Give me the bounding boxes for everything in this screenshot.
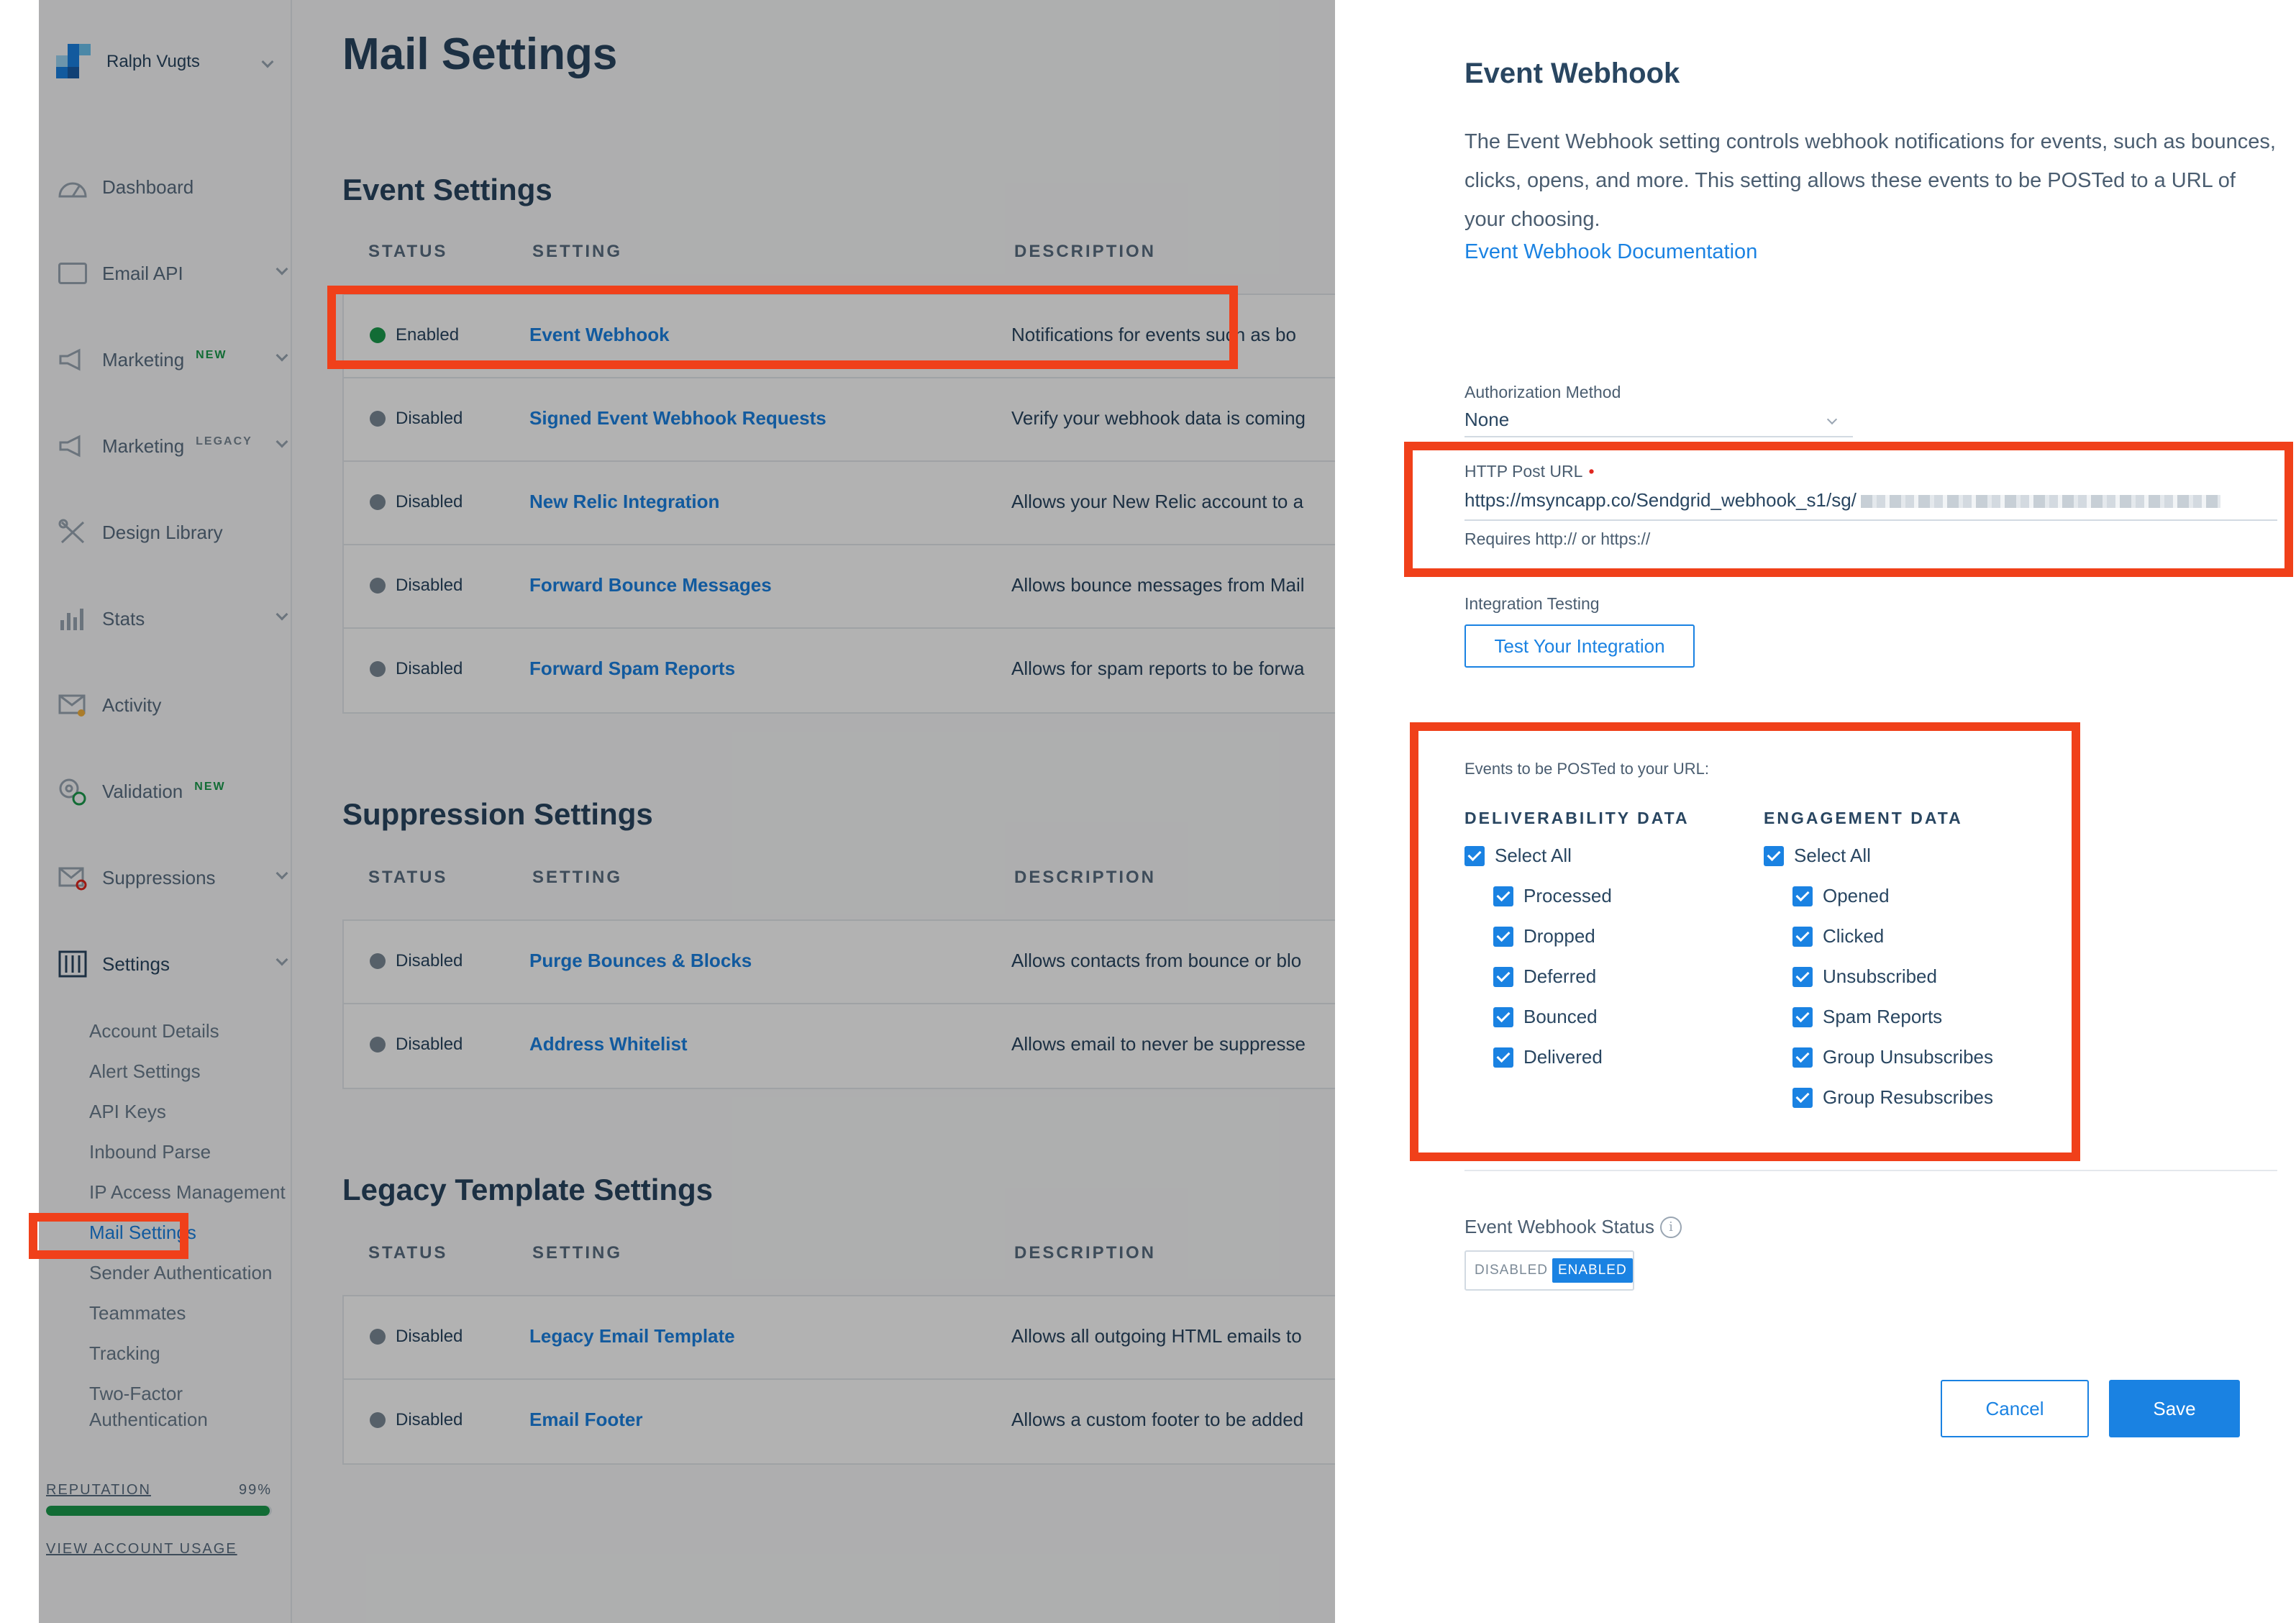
mail-settings-page: Ralph Vugts Dashboard Email API Marketin… <box>0 0 1349 1623</box>
toggle-disabled-option[interactable]: DISABLED <box>1470 1263 1552 1278</box>
clicked-checkbox[interactable]: Clicked <box>1792 925 1884 947</box>
divider <box>1464 1170 2277 1171</box>
required-icon: • <box>1588 462 1595 481</box>
checkbox-checked-icon <box>1493 886 1513 906</box>
auth-method-label: Authorization Method <box>1464 383 1621 401</box>
auth-method-underline <box>1464 436 1853 437</box>
drawer-title: Event Webhook <box>1464 58 1680 89</box>
webhook-status-toggle[interactable]: DISABLED ENABLED <box>1464 1250 1634 1291</box>
checkbox-checked-icon <box>1493 1006 1513 1027</box>
checkbox-checked-icon <box>1792 966 1813 987</box>
url-label: HTTP Post URL • <box>1464 462 1595 481</box>
processed-checkbox[interactable]: Processed <box>1493 885 1612 907</box>
checkbox-checked-icon <box>1792 1087 1813 1108</box>
checkbox-checked-icon <box>1792 886 1813 906</box>
engagement-heading: ENGAGEMENT DATA <box>1764 809 1963 827</box>
test-integration-button[interactable]: Test Your Integration <box>1464 624 1695 668</box>
engagement-select-all-checkbox[interactable]: Select All <box>1764 845 1871 867</box>
delivered-checkbox[interactable]: Delivered <box>1493 1046 1603 1068</box>
url-underline <box>1464 519 2277 521</box>
redacted-text <box>1860 495 2220 509</box>
url-hint: Requires http:// or https:// <box>1464 529 1651 548</box>
info-icon[interactable]: i <box>1660 1216 1682 1238</box>
deliverability-heading: DELIVERABILITY DATA <box>1464 809 1690 827</box>
checkbox-checked-icon <box>1464 845 1485 866</box>
checkbox-checked-icon <box>1493 1047 1513 1068</box>
modal-backdrop[interactable] <box>39 0 1335 1623</box>
group-unsubscribes-checkbox[interactable]: Group Unsubscribes <box>1792 1046 1993 1068</box>
window-margin <box>0 0 39 1623</box>
bounced-checkbox[interactable]: Bounced <box>1493 1006 1598 1028</box>
dropped-checkbox[interactable]: Dropped <box>1493 925 1595 947</box>
unsubscribed-checkbox[interactable]: Unsubscribed <box>1792 965 1937 988</box>
event-webhook-drawer: Event Webhook The Event Webhook setting … <box>1335 0 2296 1623</box>
checkbox-checked-icon <box>1792 1047 1813 1068</box>
http-post-url-input[interactable]: https://msyncapp.co/Sendgrid_webhook_s1/… <box>1464 489 2220 512</box>
integration-testing-label: Integration Testing <box>1464 594 1600 613</box>
opened-checkbox[interactable]: Opened <box>1792 885 1890 907</box>
events-note: Events to be POSTed to your URL: <box>1464 760 1709 778</box>
checkbox-checked-icon <box>1764 845 1784 866</box>
cancel-button[interactable]: Cancel <box>1941 1380 2089 1437</box>
checkbox-checked-icon <box>1493 926 1513 947</box>
spam-reports-checkbox[interactable]: Spam Reports <box>1792 1006 1942 1028</box>
documentation-link[interactable]: Event Webhook Documentation <box>1464 240 1757 264</box>
chevron-down-icon <box>1826 414 1838 425</box>
group-resubscribes-checkbox[interactable]: Group Resubscribes <box>1792 1086 1993 1109</box>
deliverability-select-all-checkbox[interactable]: Select All <box>1464 845 1572 867</box>
drawer-intro: The Event Webhook setting controls webho… <box>1464 130 2276 231</box>
auth-method-select[interactable]: None <box>1464 409 1509 431</box>
checkbox-checked-icon <box>1792 926 1813 947</box>
checkbox-checked-icon <box>1493 966 1513 987</box>
toggle-enabled-option[interactable]: ENABLED <box>1552 1258 1633 1283</box>
save-button[interactable]: Save <box>2109 1380 2240 1437</box>
checkbox-checked-icon <box>1792 1006 1813 1027</box>
webhook-status-label: Event Webhook Status i <box>1464 1216 1682 1238</box>
deferred-checkbox[interactable]: Deferred <box>1493 965 1596 988</box>
